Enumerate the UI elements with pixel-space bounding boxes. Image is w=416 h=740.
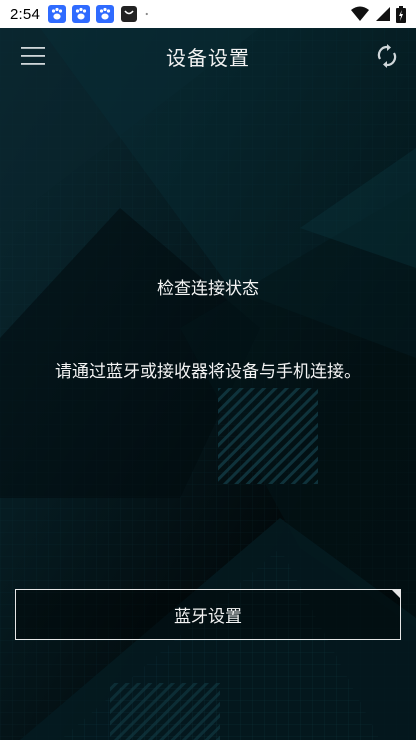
app-screen: 设备设置 检查连接状态 请通过蓝牙或接收器将设备与手机连接。 蓝牙设置 (0, 28, 416, 740)
status-bar: 2:54 (0, 0, 416, 28)
page-title: 设备设置 (166, 46, 250, 70)
header: 设备设置 (0, 28, 416, 84)
baidu-paw-icon (96, 5, 114, 23)
status-right-icons (351, 5, 406, 23)
menu-button[interactable] (20, 44, 46, 68)
dot-icon (145, 12, 148, 16)
shopping-bag-icon (121, 6, 137, 22)
bluetooth-settings-button[interactable]: 蓝牙设置 (15, 589, 401, 640)
sync-button[interactable] (376, 44, 398, 68)
connection-instructions: 请通过蓝牙或接收器将设备与手机连接。 (55, 362, 361, 382)
wifi-icon (351, 6, 369, 21)
battery-charging-icon (396, 5, 406, 23)
baidu-paw-icon (48, 5, 66, 23)
button-corner-accent (391, 589, 401, 599)
notification-icons (48, 5, 154, 23)
status-time: 2:54 (10, 5, 40, 23)
bluetooth-settings-label: 蓝牙设置 (174, 607, 242, 627)
menu-icon (21, 47, 45, 65)
sync-icon (377, 44, 397, 68)
cell-signal-icon (376, 7, 390, 21)
connection-status-heading: 检查连接状态 (157, 279, 259, 299)
baidu-paw-icon (72, 5, 90, 23)
